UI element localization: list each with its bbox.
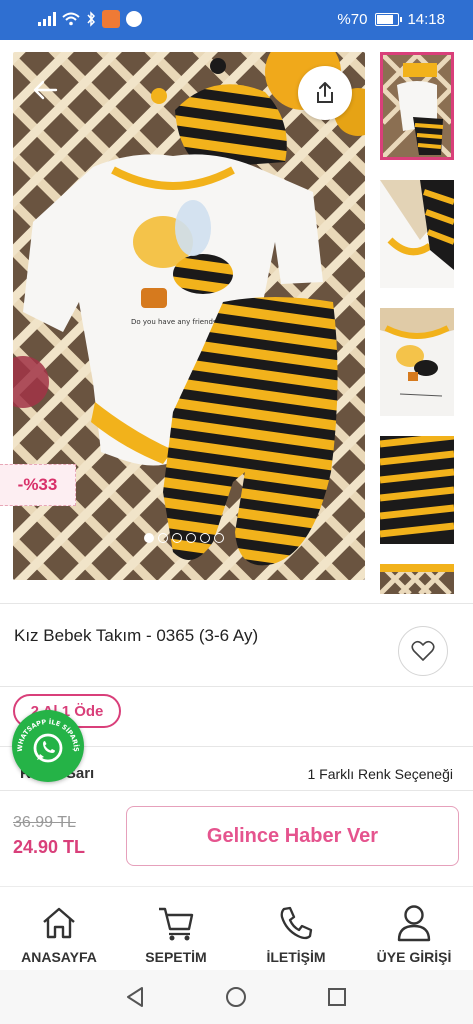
bluetooth-icon xyxy=(87,11,96,27)
app-notification-icon xyxy=(102,10,120,28)
whatsapp-icon: WHATSAPP İLE SİPARİŞ xyxy=(16,717,81,763)
signal-icon xyxy=(38,12,56,26)
image-pagination-dots[interactable] xyxy=(144,533,224,543)
nav-label-contact: İLETİŞİM xyxy=(266,949,326,965)
status-icons-right: %70 14:18 xyxy=(337,11,445,28)
divider xyxy=(0,790,473,791)
status-icons-left xyxy=(38,10,142,28)
pagination-dot[interactable] xyxy=(214,533,224,543)
system-back-icon[interactable] xyxy=(124,986,146,1008)
nav-item-home[interactable]: ANASAYFA xyxy=(4,887,114,971)
pagination-dot[interactable] xyxy=(172,533,182,543)
user-icon xyxy=(397,905,431,942)
status-bar: %70 14:18 xyxy=(0,0,473,40)
nav-item-login[interactable]: ÜYE GİRİŞİ xyxy=(359,887,469,971)
thumbnail-strip xyxy=(380,52,456,614)
clock-app-icon xyxy=(126,11,142,27)
battery-percent: %70 xyxy=(337,11,368,28)
phone-icon xyxy=(280,906,313,940)
thumbnail-4[interactable] xyxy=(380,436,454,544)
pagination-dot[interactable] xyxy=(186,533,196,543)
thumbnail-3[interactable] xyxy=(380,308,454,416)
pagination-dot[interactable] xyxy=(200,533,210,543)
divider xyxy=(0,686,473,687)
divider xyxy=(0,603,473,604)
clock-time: 14:18 xyxy=(407,11,445,28)
color-variant-link[interactable]: 1 Farklı Renk Seçeneği xyxy=(307,766,453,782)
nav-item-contact[interactable]: İLETİŞİM xyxy=(241,887,351,971)
wifi-icon xyxy=(62,12,80,26)
pagination-dot[interactable] xyxy=(158,533,168,543)
nav-item-cart[interactable]: SEPETİM xyxy=(121,887,231,971)
cart-icon xyxy=(159,907,194,941)
pagination-dot[interactable] xyxy=(144,533,154,543)
back-button[interactable] xyxy=(22,70,68,110)
product-title: Kız Bebek Takım - 0365 (3-6 Ay) xyxy=(14,626,259,645)
heart-icon xyxy=(411,640,435,661)
old-price: 36.99 TL xyxy=(13,814,76,831)
system-recents-icon[interactable] xyxy=(327,987,347,1007)
nav-label-cart: SEPETİM xyxy=(145,949,207,965)
nav-label-login: ÜYE GİRİŞİ xyxy=(376,949,452,965)
home-icon xyxy=(43,907,75,939)
bottom-navigation: ANASAYFA SEPETİM İLETİŞİM ÜYE GİRİŞİ xyxy=(0,886,473,971)
notify-when-available-button[interactable]: Gelince Haber Ver xyxy=(126,806,459,866)
favorite-button[interactable] xyxy=(398,626,448,676)
system-navigation-bar xyxy=(0,970,473,1024)
battery-icon xyxy=(375,13,403,26)
discount-badge: -%33 xyxy=(0,464,76,506)
share-icon xyxy=(317,82,333,103)
thumbnail-2[interactable] xyxy=(380,180,454,288)
svg-text:Do you have any friends: Do you have any friends xyxy=(131,318,217,326)
arrow-left-icon xyxy=(33,80,58,100)
nav-label-home: ANASAYFA xyxy=(21,949,97,965)
thumbnail-1[interactable] xyxy=(380,52,454,160)
share-button[interactable] xyxy=(298,66,352,120)
thumbnail-5[interactable] xyxy=(380,564,454,594)
system-home-icon[interactable] xyxy=(225,986,247,1008)
current-price: 24.90 TL xyxy=(13,837,86,857)
whatsapp-order-button[interactable]: WHATSAPP İLE SİPARİŞ xyxy=(12,710,84,782)
